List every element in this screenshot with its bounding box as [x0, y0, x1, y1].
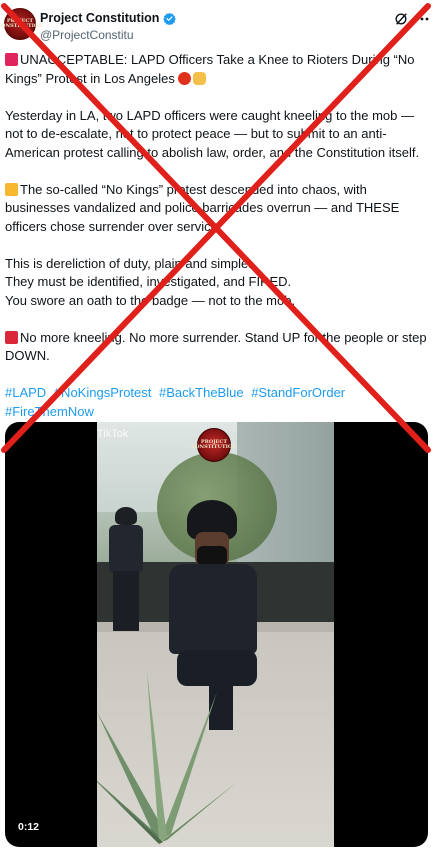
hashtag-list: #LAPD #NoKingsProtest #BackTheBlue #Stan… — [5, 384, 429, 421]
angry-face-icon — [178, 71, 192, 85]
avatar[interactable]: PROJECT CONSTITUTION — [0, 8, 43, 40]
post-paragraph-2-text: The so-called “No Kings” protest descend… — [5, 181, 400, 234]
hashtag-firethemnow[interactable]: #FireThemNow — [5, 404, 94, 419]
hashtag-backtheblue[interactable]: #BackTheBlue — [159, 385, 244, 400]
hashtag-standfororder[interactable]: #StandForOrder — [251, 385, 345, 400]
author-handle[interactable]: @ProjectConstitu — [40, 28, 134, 42]
standing-officer — [105, 507, 147, 632]
post-paragraph-4-text: No more kneeling. No more surrender. Sta… — [5, 329, 427, 364]
grok-icon[interactable] — [394, 12, 408, 26]
more-icon[interactable] — [414, 12, 430, 26]
watermark-text: PROJECT CONSTITUTION — [191, 439, 237, 450]
pointing-hand-icon — [193, 71, 207, 85]
video-frame[interactable]: TikTok PROJECT CONSTITUTION — [97, 422, 334, 847]
post-text: UNACCEPTABLE: LAPD Officers Take a Knee … — [5, 51, 429, 421]
post-paragraph-3-line-3: You swore an oath to the badge — not to … — [5, 292, 296, 308]
watermark-logo: PROJECT CONSTITUTION — [191, 428, 237, 462]
post-paragraph-4: No more kneeling. No more surrender. Sta… — [5, 329, 429, 366]
hashtag-nokingsprotest[interactable]: #NoKingsProtest — [54, 385, 152, 400]
video-duration: 0:12 — [18, 821, 40, 833]
author-name-row: Project Constitution — [40, 11, 177, 25]
post-paragraph-2: The so-called “No Kings” protest descend… — [5, 181, 429, 237]
hashtag-lapd[interactable]: #LAPD — [5, 385, 46, 400]
post-paragraph-3: This is dereliction of duty, plain and s… — [5, 255, 429, 311]
tiktok-icon: TikTok — [97, 428, 129, 440]
post-paragraph-3-line-1: This is dereliction of duty, plain and s… — [5, 255, 252, 271]
alert-siren-icon — [5, 53, 18, 66]
video-player[interactable]: TikTok PROJECT CONSTITUTION 0:12 — [5, 422, 428, 847]
post-paragraph-1: Yesterday in LA, two LAPD officers were … — [5, 107, 420, 160]
avatar-logo-text: PROJECT CONSTITUTION — [0, 18, 43, 29]
crown-icon — [5, 182, 18, 196]
megaphone-icon — [5, 330, 18, 344]
verified-badge-icon — [163, 12, 177, 25]
post-headline: UNACCEPTABLE: LAPD Officers Take a Knee … — [5, 52, 415, 86]
agave-plant — [97, 672, 237, 844]
post-header: PROJECT CONSTITUTION Project Constitutio… — [0, 0, 433, 48]
post-paragraph-3-line-2: They must be identified, investigated, a… — [5, 274, 292, 289]
post-headline-paragraph: UNACCEPTABLE: LAPD Officers Take a Knee … — [5, 51, 429, 88]
author-display-name[interactable]: Project Constitution — [40, 11, 159, 25]
